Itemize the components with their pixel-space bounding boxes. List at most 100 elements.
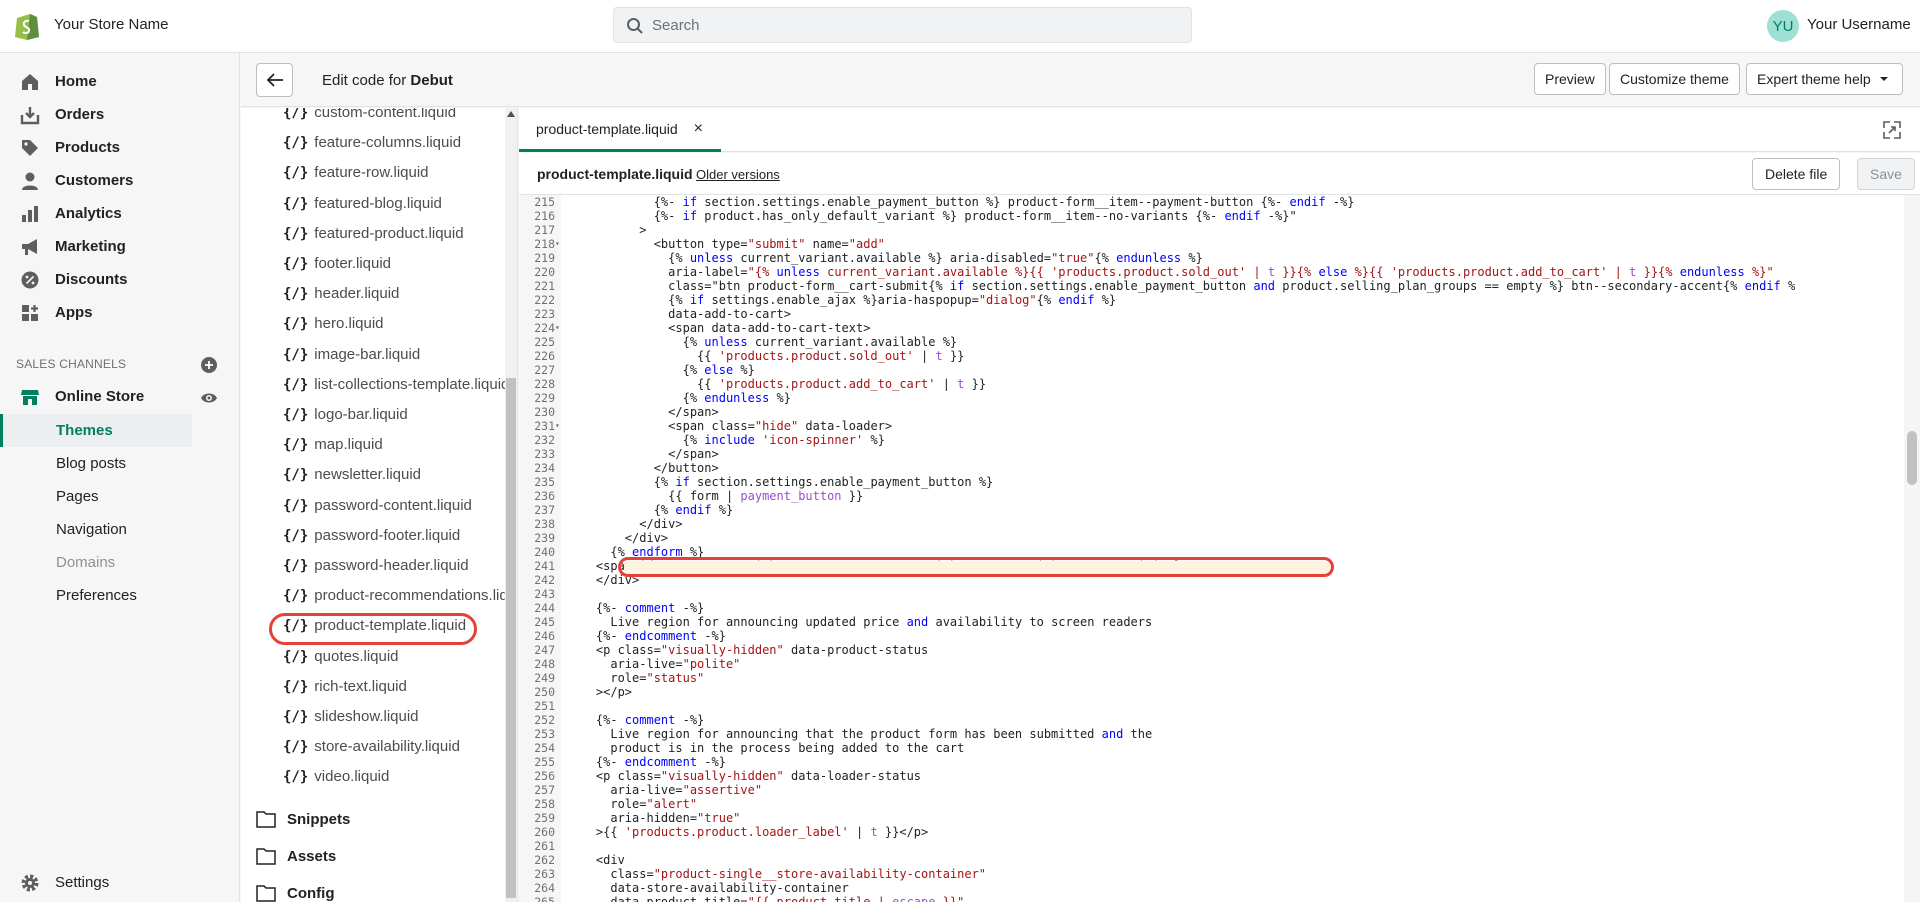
- customize-theme-button[interactable]: Customize theme: [1609, 63, 1740, 95]
- code-line[interactable]: 250 ></p>: [519, 685, 1899, 699]
- code-line[interactable]: 264 data-store-availability-container: [519, 881, 1899, 895]
- code-line[interactable]: 253 Live region for announcing that the …: [519, 727, 1899, 741]
- code-line[interactable]: 243: [519, 587, 1899, 601]
- code-line[interactable]: 224 ▾ <span data-add-to-cart-text>: [519, 321, 1899, 335]
- code-line[interactable]: 234 </button>: [519, 461, 1899, 475]
- code-line[interactable]: 248 aria-live="polite": [519, 657, 1899, 671]
- fullscreen-icon[interactable]: [1882, 120, 1902, 140]
- file-item[interactable]: {/} custom-content.liquid: [283, 108, 456, 130]
- store-name[interactable]: Your Store Name: [54, 16, 169, 33]
- back-button[interactable]: [256, 63, 293, 97]
- close-icon[interactable]: ×: [694, 120, 703, 138]
- nav-sub-pages[interactable]: Pages: [0, 480, 192, 513]
- code-line[interactable]: 255 {%- endcomment -%}: [519, 755, 1899, 769]
- file-item[interactable]: {/} image-bar.liquid: [283, 346, 420, 372]
- nav-sub-navigation[interactable]: Navigation: [0, 513, 192, 546]
- file-item[interactable]: {/} password-footer.liquid: [283, 527, 460, 553]
- eye-icon[interactable]: [200, 389, 218, 407]
- file-tree-scroll-thumb[interactable]: [506, 378, 516, 898]
- code-line[interactable]: 219 {% unless current_variant.available …: [519, 251, 1899, 265]
- code-line[interactable]: 227 {% else %}: [519, 363, 1899, 377]
- delete-file-button[interactable]: Delete file: [1752, 158, 1841, 190]
- file-item[interactable]: {/} rich-text.liquid: [283, 678, 407, 704]
- nav-sub-themes[interactable]: Themes: [0, 414, 192, 447]
- code-line[interactable]: 246 {%- endcomment -%}: [519, 629, 1899, 643]
- code-line[interactable]: 256 <p class="visually-hidden" data-load…: [519, 769, 1899, 783]
- search-box[interactable]: [613, 7, 1192, 43]
- code-line[interactable]: 237 {% endif %}: [519, 503, 1899, 517]
- file-item[interactable]: {/} password-header.liquid: [283, 557, 469, 583]
- nav-item-marketing[interactable]: Marketing: [0, 230, 240, 263]
- code-line[interactable]: 235 {% if section.settings.enable_paymen…: [519, 475, 1899, 489]
- code-line[interactable]: 230 </span>: [519, 405, 1899, 419]
- code-line[interactable]: 262 <div: [519, 853, 1899, 867]
- code-line[interactable]: 254 product is in the process being adde…: [519, 741, 1899, 755]
- file-item[interactable]: {/} password-content.liquid: [283, 497, 472, 523]
- code-line[interactable]: 265 data-product-title="{{ product.title…: [519, 895, 1899, 902]
- expert-theme-help-button[interactable]: Expert theme help: [1746, 63, 1903, 95]
- code-line[interactable]: 233 </span>: [519, 447, 1899, 461]
- file-tree-scrollbar[interactable]: [505, 108, 517, 902]
- code-line[interactable]: 216 {%- if product.has_only_default_vari…: [519, 209, 1899, 223]
- code-line[interactable]: 238 </div>: [519, 517, 1899, 531]
- fold-toggle-icon[interactable]: ▾: [555, 321, 563, 335]
- code-line[interactable]: 263 class="product-single__store-availab…: [519, 867, 1899, 881]
- nav-item-analytics[interactable]: Analytics: [0, 197, 240, 230]
- code-line[interactable]: 226 {{ 'products.product.sold_out' | t }…: [519, 349, 1899, 363]
- scroll-up-arrow-icon[interactable]: [507, 111, 515, 117]
- fold-toggle-icon[interactable]: ▾: [555, 237, 563, 251]
- code-line[interactable]: 217 >: [519, 223, 1899, 237]
- shopify-logo-icon[interactable]: [14, 10, 40, 40]
- code-line[interactable]: 236 {{ form | payment_button }}: [519, 489, 1899, 503]
- code-line[interactable]: 251: [519, 699, 1899, 713]
- file-item[interactable]: {/} quotes.liquid: [283, 648, 399, 674]
- file-item[interactable]: {/} featured-product.liquid: [283, 225, 464, 251]
- code-line[interactable]: 215 {%- if section.settings.enable_payme…: [519, 195, 1899, 209]
- file-item[interactable]: {/} featured-blog.liquid: [283, 195, 442, 221]
- code-line[interactable]: 220 aria-label="{% unless current_varian…: [519, 265, 1899, 279]
- preview-button[interactable]: Preview: [1534, 63, 1606, 95]
- nav-item-apps[interactable]: Apps: [0, 296, 240, 329]
- file-item[interactable]: {/} header.liquid: [283, 285, 399, 311]
- code-line[interactable]: 260 >{{ 'products.product.loader_label' …: [519, 825, 1899, 839]
- file-item[interactable]: {/} slideshow.liquid: [283, 708, 419, 734]
- avatar[interactable]: YU: [1767, 10, 1799, 42]
- code-scrollbar[interactable]: [1904, 195, 1920, 902]
- code-line[interactable]: 225 {% unless current_variant.available …: [519, 335, 1899, 349]
- older-versions-link[interactable]: Older versions: [696, 167, 780, 182]
- code-line[interactable]: 231 ▾ <span class="hide" data-loader>: [519, 419, 1899, 433]
- code-line[interactable]: 228 {{ 'products.product.add_to_cart' | …: [519, 377, 1899, 391]
- nav-item-home[interactable]: Home: [0, 65, 240, 98]
- nav-item-customers[interactable]: Customers: [0, 164, 240, 197]
- nav-item-products[interactable]: Products: [0, 131, 240, 164]
- code-line[interactable]: 258 role="alert": [519, 797, 1899, 811]
- file-item[interactable]: {/} hero.liquid: [283, 315, 384, 341]
- file-item[interactable]: {/} feature-columns.liquid: [283, 134, 461, 160]
- code-line[interactable]: 229 {% endunless %}: [519, 391, 1899, 405]
- file-item[interactable]: {/} logo-bar.liquid: [283, 406, 408, 432]
- code-line[interactable]: 257 aria-live="assertive": [519, 783, 1899, 797]
- search-input[interactable]: [652, 9, 1172, 41]
- code-line[interactable]: 222 {% if settings.enable_ajax %}aria-ha…: [519, 293, 1899, 307]
- code-scroll-thumb[interactable]: [1907, 431, 1917, 485]
- file-item[interactable]: {/} product-recommendations.liquid: [283, 587, 517, 613]
- code-line[interactable]: 261: [519, 839, 1899, 853]
- code-line[interactable]: 245 Live region for announcing updated p…: [519, 615, 1899, 629]
- code-line[interactable]: 259 aria-hidden="true": [519, 811, 1899, 825]
- code-editor[interactable]: 215 {%- if section.settings.enable_payme…: [519, 195, 1920, 902]
- code-line[interactable]: 252 {%- comment -%}: [519, 713, 1899, 727]
- code-line[interactable]: 249 role="status": [519, 671, 1899, 685]
- nav-item-orders[interactable]: Orders: [0, 98, 240, 131]
- username[interactable]: Your Username: [1807, 16, 1911, 33]
- file-item[interactable]: {/} store-availability.liquid: [283, 738, 460, 764]
- code-line[interactable]: 244 {%- comment -%}: [519, 601, 1899, 615]
- code-line[interactable]: 247 <p class="visually-hidden" data-prod…: [519, 643, 1899, 657]
- fold-toggle-icon[interactable]: ▾: [555, 419, 563, 433]
- file-item[interactable]: {/} newsletter.liquid: [283, 466, 421, 492]
- code-line[interactable]: 221 class="btn product-form__cart-submit…: [519, 279, 1899, 293]
- file-item[interactable]: {/} footer.liquid: [283, 255, 391, 281]
- nav-sub-preferences[interactable]: Preferences: [0, 579, 192, 612]
- file-item[interactable]: {/} video.liquid: [283, 768, 389, 794]
- file-item[interactable]: {/} list-collections-template.liquid: [283, 376, 509, 402]
- file-item[interactable]: {/} feature-row.liquid: [283, 164, 429, 190]
